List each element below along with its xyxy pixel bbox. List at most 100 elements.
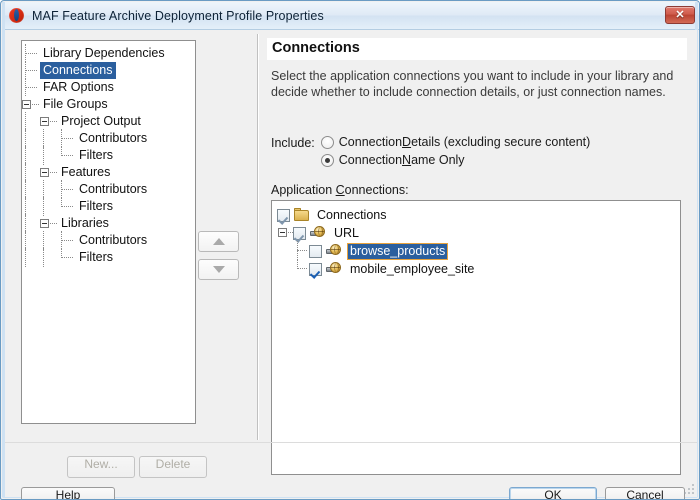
tree-connector bbox=[40, 231, 58, 250]
tree-item-project-output[interactable]: Project Output bbox=[22, 112, 195, 131]
tree-item-label: Libraries bbox=[61, 216, 109, 230]
page-title: Connections bbox=[267, 38, 687, 60]
tree-connector bbox=[40, 197, 58, 216]
tree-item-features-filters[interactable]: Filters bbox=[22, 197, 195, 216]
expander-collapse-icon[interactable] bbox=[40, 164, 58, 181]
radio-button-icon[interactable] bbox=[320, 153, 334, 167]
move-down-button[interactable] bbox=[198, 259, 239, 280]
chevron-up-icon bbox=[212, 238, 225, 245]
expander-collapse-icon[interactable] bbox=[40, 215, 58, 232]
tree-item-label: Features bbox=[61, 165, 111, 179]
label-post: onnections: bbox=[344, 183, 409, 197]
connections-node-mobile-employee-site[interactable]: mobile_employee_site bbox=[277, 259, 680, 278]
tree-connector bbox=[22, 146, 40, 165]
connection-icon bbox=[326, 262, 343, 276]
tree-connector bbox=[22, 197, 40, 216]
tree-item-library-dependencies[interactable]: Library Dependencies bbox=[22, 44, 195, 62]
close-icon[interactable]: ✕ bbox=[665, 6, 695, 24]
tree-item-libraries[interactable]: Libraries bbox=[22, 214, 195, 233]
tree-connector bbox=[22, 248, 40, 267]
tree-connector bbox=[22, 214, 40, 233]
cancel-button[interactable]: Cancel bbox=[605, 487, 685, 499]
tree-item-project-output-contributors[interactable]: Contributors bbox=[22, 129, 195, 148]
tree-item-features-contributors[interactable]: Contributors bbox=[22, 180, 195, 199]
include-options-group: Include: Connection Details (excluding s… bbox=[271, 135, 590, 167]
tree-connector bbox=[58, 231, 76, 249]
radio-button-icon[interactable] bbox=[320, 135, 334, 149]
tree-connector bbox=[22, 163, 40, 182]
tree-connector bbox=[22, 180, 40, 199]
tree-item-libraries-filters[interactable]: Filters bbox=[22, 248, 195, 267]
radio-label-pre: Connection bbox=[338, 153, 403, 167]
help-label-rest: elp bbox=[64, 488, 81, 500]
tree-item-project-output-filters[interactable]: Filters bbox=[22, 146, 195, 165]
tree-item-connections[interactable]: Connections bbox=[22, 61, 195, 79]
tree-connector bbox=[58, 197, 76, 215]
tree-connector bbox=[22, 44, 40, 62]
connections-node-browse-products[interactable]: browse_products bbox=[277, 241, 680, 260]
tree-item-label: FAR Options bbox=[43, 80, 114, 94]
checkbox-browse-products[interactable] bbox=[309, 244, 322, 258]
resize-grip-icon[interactable] bbox=[684, 484, 696, 496]
tree-connector bbox=[40, 146, 58, 165]
tree-item-label: Project Output bbox=[61, 114, 141, 128]
expander-collapse-icon[interactable] bbox=[277, 224, 293, 242]
radio-label-pre: Connection bbox=[338, 135, 403, 149]
tree-item-libraries-contributors[interactable]: Contributors bbox=[22, 231, 195, 250]
connections-node-url[interactable]: URL bbox=[277, 224, 680, 242]
tree-connector bbox=[293, 259, 309, 278]
dialog-window: MAF Feature Archive Deployment Profile P… bbox=[0, 0, 700, 500]
tree-connector bbox=[22, 61, 40, 79]
new-button[interactable]: New... bbox=[67, 456, 135, 478]
tree-item-label: Contributors bbox=[79, 182, 148, 196]
ok-button[interactable]: OK bbox=[509, 487, 597, 499]
node-label: mobile_employee_site bbox=[350, 261, 475, 276]
expander-collapse-icon[interactable] bbox=[22, 96, 40, 113]
connection-icon bbox=[326, 244, 343, 258]
radio-connection-name-only[interactable]: Connection Name Only bbox=[320, 153, 591, 167]
oracle-logo-icon bbox=[9, 7, 25, 24]
tree-item-features[interactable]: Features bbox=[22, 163, 195, 182]
folder-icon bbox=[294, 207, 310, 222]
tree-connector bbox=[22, 78, 40, 96]
tree-item-file-groups[interactable]: File Groups bbox=[22, 96, 195, 113]
checkbox-mobile-employee-site[interactable] bbox=[309, 262, 322, 276]
tree-connector bbox=[58, 129, 76, 147]
tree-item-label: Library Dependencies bbox=[43, 46, 165, 60]
node-label: browse_products bbox=[347, 242, 449, 260]
checkbox-url[interactable] bbox=[293, 226, 306, 240]
tree-item-label: File Groups bbox=[43, 97, 108, 111]
tree-item-label: Filters bbox=[79, 148, 114, 162]
tree-connector bbox=[22, 129, 40, 148]
application-connections-list[interactable]: Connections URL browse_products mobile_e… bbox=[271, 200, 681, 475]
include-radio-group: Connection Details (excluding secure con… bbox=[320, 135, 591, 167]
footer-divider bbox=[5, 442, 697, 444]
chevron-down-icon bbox=[212, 266, 225, 273]
tree-connector bbox=[58, 180, 76, 198]
expander-collapse-icon[interactable] bbox=[40, 113, 58, 130]
dialog-body: Library Dependencies Connections FAR Opt… bbox=[5, 30, 697, 500]
navigation-tree[interactable]: Library Dependencies Connections FAR Opt… bbox=[21, 40, 196, 424]
label-pre: Application bbox=[271, 183, 336, 197]
connection-icon bbox=[310, 226, 327, 240]
help-button[interactable]: Help bbox=[21, 487, 115, 500]
window-title: MAF Feature Archive Deployment Profile P… bbox=[32, 8, 324, 23]
radio-label-post: ame Only bbox=[411, 153, 465, 167]
tree-connector bbox=[22, 112, 40, 131]
tree-item-far-options[interactable]: FAR Options bbox=[22, 78, 195, 96]
include-label: Include: bbox=[271, 136, 315, 150]
delete-button[interactable]: Delete bbox=[139, 456, 207, 478]
radio-mnemonic: N bbox=[402, 153, 412, 167]
checkbox-connections-root[interactable] bbox=[277, 208, 290, 222]
tree-connector bbox=[58, 146, 76, 164]
panel-divider bbox=[257, 34, 259, 440]
connections-root-node[interactable]: Connections bbox=[277, 206, 680, 224]
tree-connector bbox=[58, 248, 76, 266]
radio-label-post: etails (excluding secure content) bbox=[411, 135, 591, 149]
radio-connection-details[interactable]: Connection Details (excluding secure con… bbox=[320, 135, 591, 149]
title-bar: MAF Feature Archive Deployment Profile P… bbox=[2, 2, 699, 30]
move-up-button[interactable] bbox=[198, 231, 239, 252]
tree-connector bbox=[40, 248, 58, 267]
tree-item-label: Contributors bbox=[79, 233, 148, 247]
application-connections-label: Application Connections: bbox=[271, 183, 409, 197]
